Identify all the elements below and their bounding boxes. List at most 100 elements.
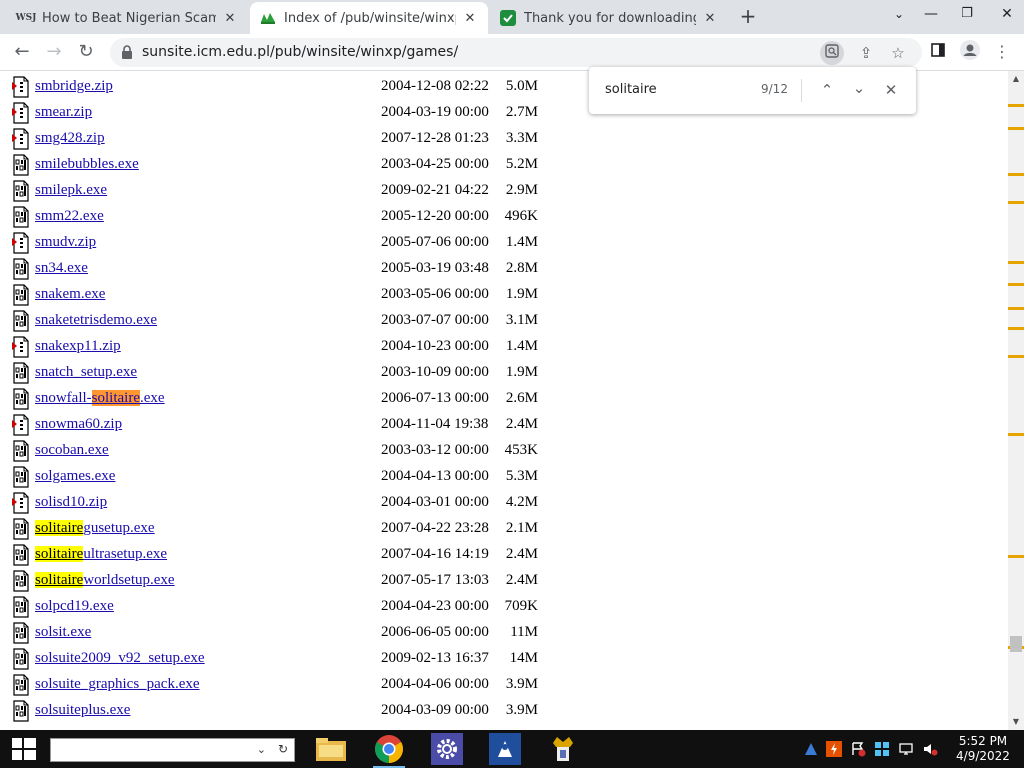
tray-grid-icon[interactable] [874,741,890,757]
taskbar-clock[interactable]: 5:52 PM 4/9/2022 [948,734,1018,764]
clock-date: 4/9/2022 [956,749,1010,763]
file-link[interactable]: sn34.exe [35,260,88,277]
file-size: 14M [509,650,538,666]
minimize-icon[interactable]: — [914,0,948,30]
find-in-page-icon[interactable] [820,41,844,65]
find-next-chevron-down-icon[interactable]: ⌄ [847,76,871,100]
file-date: 2003-07-07 00:00 [381,312,489,328]
file-link[interactable]: solitaireworldsetup.exe [35,572,175,589]
file-size: 496K [504,208,538,224]
vertical-scrollbar[interactable]: ▲ ▼ [1008,71,1024,730]
file-name-text: solsuite2009_v92_setup.exe [35,650,205,666]
tray-network-icon[interactable] [898,741,914,757]
file-link[interactable]: socoban.exe [35,442,109,459]
taskbar-settings[interactable] [427,730,467,768]
reload-icon[interactable]: ↻ [74,40,98,64]
binary-file-icon [13,700,29,722]
tab-close-icon[interactable]: ✕ [702,11,718,26]
file-link[interactable]: smilepk.exe [35,182,107,199]
tab-close-icon[interactable]: ✕ [462,11,478,26]
file-link[interactable]: solitaireultrasetup.exe [35,546,167,563]
tray-flash-icon[interactable] [826,741,842,757]
file-link[interactable]: smbridge.zip [35,78,113,95]
file-link[interactable]: snowma60.zip [35,416,122,433]
windows-logo-icon [12,738,36,760]
tab-title: Index of /pub/winsite/winxp/gam [284,10,456,26]
forward-arrow-icon[interactable]: → [42,40,66,64]
tab-index-winsite[interactable]: Index of /pub/winsite/winxp/gam ✕ [250,2,488,34]
tab-search-chevron-icon[interactable]: ⌄ [882,0,916,30]
tab-strip: WSJ How to Beat Nigerian Scams - W ✕ Ind… [0,0,1024,34]
file-link[interactable]: smilebubbles.exe [35,156,139,173]
search-dropdown-chevron-icon[interactable]: ⌄ [257,743,266,756]
file-size: 2.7M [505,104,538,120]
scroll-up-arrow-icon[interactable]: ▲ [1008,71,1024,87]
tab-wsj[interactable]: WSJ How to Beat Nigerian Scams - W ✕ [8,2,248,34]
side-panel-icon[interactable] [926,40,950,64]
file-name-text: gusetup.exe [83,520,155,536]
taskbar-search-input[interactable]: ⌄ ↻ [50,738,295,762]
file-row: solgames.exe 2004-04-13 00:00 5.3M [0,466,1008,492]
tray-app-icon[interactable] [803,741,819,757]
bookmark-star-icon[interactable]: ☆ [886,41,910,65]
file-row: smm22.exe 2005-12-20 00:00 496K [0,206,1008,232]
restore-icon[interactable]: ❐ [950,0,984,30]
file-size: 2.4M [505,546,538,562]
file-link[interactable]: snakexp11.zip [35,338,121,355]
file-link[interactable]: smg428.zip [35,130,105,147]
file-link[interactable]: smear.zip [35,104,92,121]
file-date: 2003-10-09 00:00 [381,364,489,380]
binary-file-icon [13,362,29,384]
share-icon[interactable]: ⇪ [854,41,878,65]
compressed-file-icon [12,102,29,124]
tray-action-center-flag-icon[interactable] [850,741,866,757]
file-link[interactable]: solsuite_graphics_pack.exe [35,676,200,693]
file-link[interactable]: solgames.exe [35,468,115,485]
file-explorer-folder-icon [316,738,346,761]
address-bar[interactable]: sunsite.icm.edu.pl/pub/winsite/winxp/gam… [110,38,922,67]
taskbar-card-game[interactable] [543,730,583,768]
window-close-icon[interactable]: ✕ [990,0,1024,30]
find-bar: solitaire 9/12 ⌃ ⌄ ✕ [589,67,916,114]
file-name-text: sn34.exe [35,260,88,276]
file-link[interactable]: smudv.zip [35,234,96,251]
file-link[interactable]: snatch_setup.exe [35,364,137,381]
profile-avatar-icon[interactable] [958,40,982,64]
taskbar-file-explorer[interactable] [311,730,351,768]
file-size: 2.6M [505,390,538,406]
menu-kebab-icon[interactable]: ⋮ [990,40,1014,64]
file-link[interactable]: solitairegusetup.exe [35,520,155,537]
file-name-text: smilepk.exe [35,182,108,198]
tray-volume-muted-icon[interactable] [922,741,938,757]
tab-thank-you[interactable]: Thank you for downloading Solit ✕ [490,2,728,34]
scroll-thumb[interactable] [1010,636,1022,652]
file-row: solsit.exe 2006-06-05 00:00 11M [0,622,1008,648]
file-link[interactable]: snaketetrisdemo.exe [35,312,157,329]
lock-icon[interactable] [120,44,134,60]
find-previous-chevron-up-icon[interactable]: ⌃ [815,78,839,102]
file-link[interactable]: solpcd19.exe [35,598,114,615]
file-name-text: smilebubbles.exe [35,156,139,172]
binary-file-icon [13,440,29,462]
file-row: snakem.exe 2003-05-06 00:00 1.9M [0,284,1008,310]
find-marker [1008,261,1024,264]
search-refresh-icon[interactable]: ↻ [278,742,288,756]
tab-close-icon[interactable]: ✕ [222,11,238,26]
file-link[interactable]: solsit.exe [35,624,91,641]
file-name-text: snatch_setup.exe [35,364,138,380]
file-link[interactable]: snowfall-solitaire.exe [35,390,165,407]
file-link[interactable]: solsuiteplus.exe [35,702,130,719]
scroll-down-arrow-icon[interactable]: ▼ [1008,714,1024,730]
find-close-icon[interactable]: ✕ [879,78,903,102]
find-input[interactable]: solitaire [605,82,657,97]
new-tab-plus-icon[interactable]: + [737,5,759,27]
start-button[interactable] [0,730,48,768]
find-marker [1008,327,1024,330]
file-link[interactable]: solisd10.zip [35,494,107,511]
file-link[interactable]: snakem.exe [35,286,105,303]
file-link[interactable]: solsuite2009_v92_setup.exe [35,650,205,667]
file-link[interactable]: smm22.exe [35,208,104,225]
taskbar-solitaire-app[interactable] [485,730,525,768]
taskbar-chrome[interactable] [369,730,409,768]
back-arrow-icon[interactable]: ← [10,40,34,64]
